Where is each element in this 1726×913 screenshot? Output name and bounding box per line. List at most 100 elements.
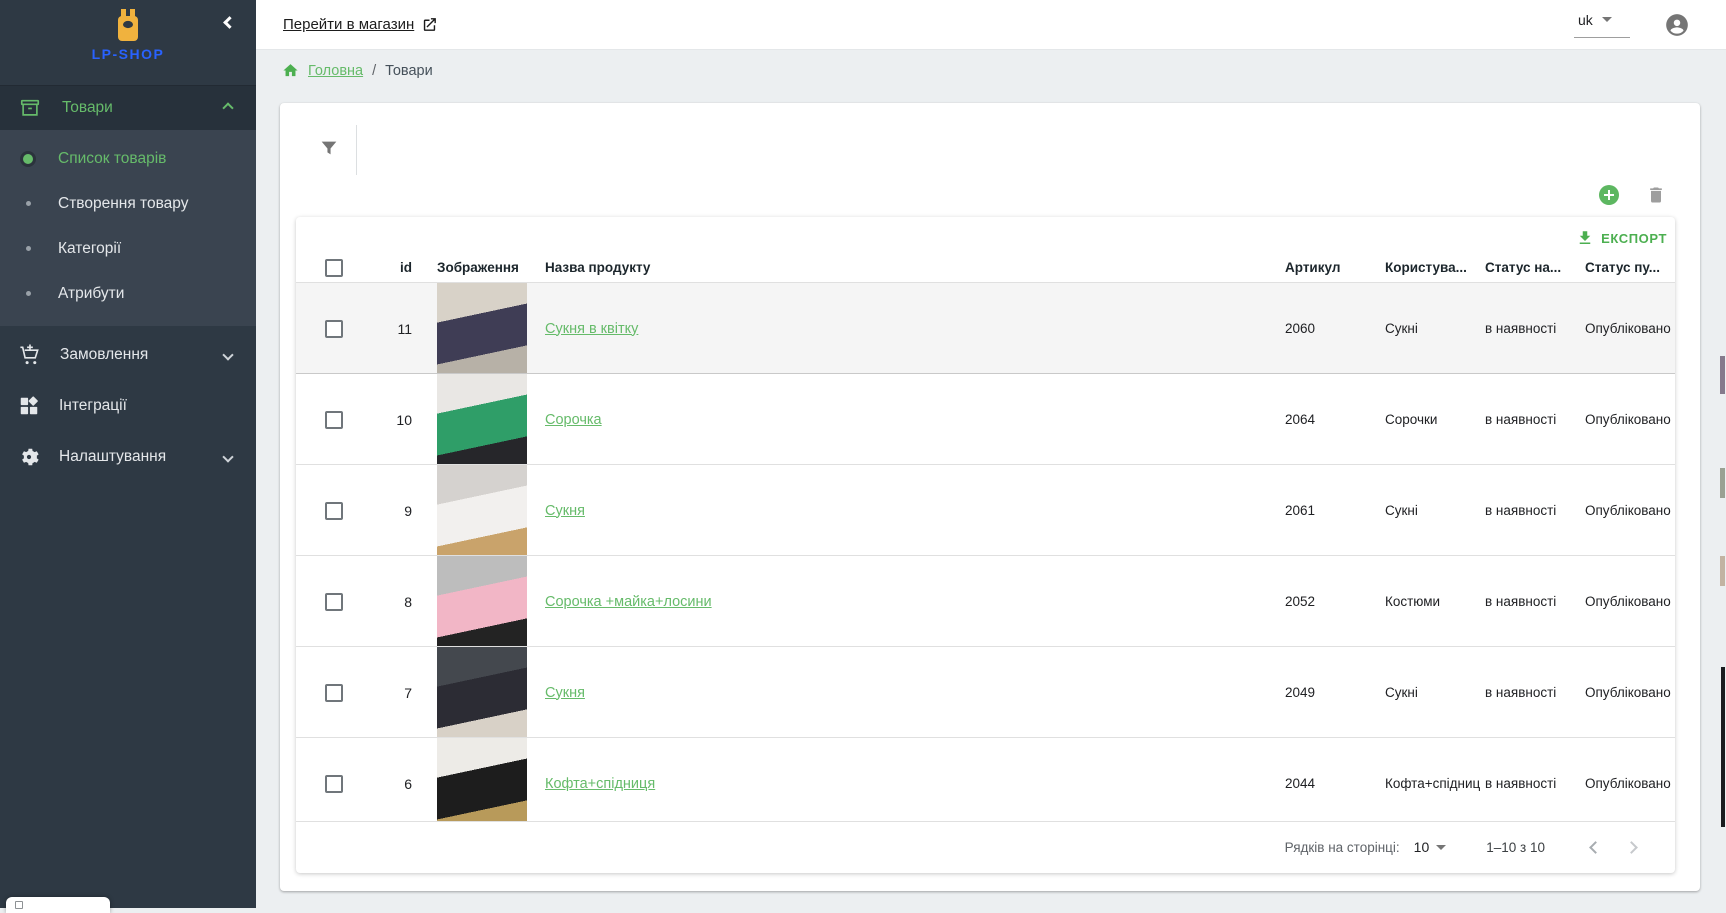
- main-area: Перейти в магазин uk Головна: [256, 0, 1726, 908]
- product-publish-status: Опубліковано: [1585, 503, 1675, 518]
- product-stock-status: в наявності: [1485, 503, 1585, 518]
- product-name-link[interactable]: Кофта+спідниця: [545, 776, 655, 792]
- status-popup: [6, 897, 110, 913]
- sidebar-item-label: Атрибути: [58, 285, 124, 303]
- logo-text: LP-SHOP: [0, 46, 256, 62]
- table-pagination: Рядків на сторінці: 10 1–10 з 10: [296, 821, 1675, 872]
- product-sku: 2049: [1285, 685, 1385, 700]
- sidebar-item-attributes[interactable]: Атрибути: [0, 271, 256, 316]
- filter-icon[interactable]: [318, 137, 340, 159]
- sidebar-item-products[interactable]: Товари: [0, 86, 256, 130]
- row-checkbox[interactable]: [325, 320, 343, 338]
- product-sku: 2064: [1285, 412, 1385, 427]
- sidebar-item-product-create[interactable]: Створення товару: [0, 181, 256, 226]
- product-category: Сукні: [1385, 685, 1485, 700]
- bullet-icon: [26, 201, 31, 206]
- breadcrumb-home[interactable]: [282, 62, 299, 79]
- product-id: 8: [358, 594, 412, 610]
- sidebar-item-categories[interactable]: Категорії: [0, 226, 256, 271]
- sidebar: LP-SHOP Товари Список товарів Створення …: [0, 0, 256, 908]
- go-to-shop-link[interactable]: Перейти в магазин: [283, 16, 438, 33]
- row-checkbox[interactable]: [325, 593, 343, 611]
- previous-page-button[interactable]: [1581, 833, 1609, 861]
- account-icon[interactable]: [1664, 12, 1690, 38]
- widgets-icon: [18, 395, 40, 417]
- gear-icon: [18, 446, 40, 468]
- row-checkbox[interactable]: [325, 775, 343, 793]
- column-header-name[interactable]: Назва продукту: [545, 260, 1285, 275]
- product-id: 10: [358, 412, 412, 428]
- breadcrumb-current: Товари: [385, 63, 433, 79]
- product-image: [437, 647, 527, 738]
- external-link-icon: [421, 16, 438, 33]
- table-row: 9 Сукня 2061 Сукні в наявності Опубліков…: [296, 465, 1675, 556]
- sidebar-item-settings[interactable]: Налаштування: [0, 434, 256, 479]
- product-sku: 2044: [1285, 776, 1385, 791]
- column-header-publish-status[interactable]: Статус пу...: [1585, 260, 1675, 275]
- breadcrumb: Головна / Товари: [282, 62, 433, 79]
- products-submenu: Список товарів Створення товару Категорі…: [0, 130, 256, 326]
- export-label: ЕКСПОРТ: [1601, 231, 1667, 246]
- sidebar-item-orders[interactable]: Замовлення: [0, 332, 256, 377]
- sidebar-item-label: Замовлення: [60, 346, 224, 364]
- product-stock-status: в наявності: [1485, 321, 1585, 336]
- product-name-link[interactable]: Сукня: [545, 503, 585, 519]
- sidebar-item-label: Налаштування: [59, 448, 224, 466]
- table-row: 7 Сукня 2049 Сукні в наявності Опубліков…: [296, 647, 1675, 738]
- select-underline: [1574, 37, 1630, 38]
- go-to-shop-label: Перейти в магазин: [283, 16, 414, 33]
- download-icon: [1576, 229, 1594, 247]
- row-checkbox[interactable]: [325, 502, 343, 520]
- product-image: [437, 556, 527, 647]
- bullet-icon: [26, 246, 31, 251]
- product-id: 11: [358, 321, 412, 337]
- product-id: 7: [358, 685, 412, 701]
- sidebar-item-label: Товари: [62, 99, 224, 117]
- rows-per-page-select[interactable]: 10: [1414, 839, 1447, 855]
- product-publish-status: Опубліковано: [1585, 685, 1675, 700]
- product-publish-status: Опубліковано: [1585, 321, 1675, 336]
- product-image: [437, 465, 527, 556]
- product-stock-status: в наявності: [1485, 594, 1585, 609]
- product-publish-status: Опубліковано: [1585, 594, 1675, 609]
- topbar: Перейти в магазин uk: [256, 0, 1726, 50]
- product-category: Сорочки: [1385, 412, 1485, 427]
- product-name-link[interactable]: Сорочка +майка+лосини: [545, 594, 712, 610]
- product-name-link[interactable]: Сорочка: [545, 412, 602, 428]
- product-stock-status: в наявності: [1485, 412, 1585, 427]
- column-header-image[interactable]: Зображення: [437, 260, 527, 275]
- breadcrumb-home-link[interactable]: Головна: [308, 63, 363, 79]
- select-all-checkbox[interactable]: [325, 259, 343, 277]
- sidebar-item-integrations[interactable]: Інтеграції: [0, 383, 256, 428]
- table-row: 11 Сукня в квітку 2060 Сукні в наявності…: [296, 283, 1675, 374]
- column-header-sku[interactable]: Артикул: [1285, 260, 1385, 275]
- row-checkbox[interactable]: [325, 411, 343, 429]
- right-edge-sliver: [1720, 468, 1725, 498]
- export-button[interactable]: ЕКСПОРТ: [1576, 229, 1667, 247]
- divider: [356, 125, 357, 175]
- shop-bag-icon: [113, 9, 143, 43]
- delete-button[interactable]: [1646, 185, 1666, 205]
- product-sku: 2052: [1285, 594, 1385, 609]
- next-page-button[interactable]: [1617, 833, 1645, 861]
- rows-per-page-label: Рядків на сторінці:: [1285, 840, 1400, 855]
- language-value: uk: [1578, 12, 1593, 28]
- breadcrumb-separator: /: [372, 63, 376, 79]
- row-checkbox[interactable]: [325, 684, 343, 702]
- sidebar-collapse-button[interactable]: [225, 14, 234, 32]
- column-header-id[interactable]: id: [358, 260, 412, 275]
- product-image: [437, 738, 527, 821]
- sidebar-item-product-list[interactable]: Список товарів: [0, 136, 256, 181]
- product-name-link[interactable]: Сукня: [545, 685, 585, 701]
- language-select[interactable]: uk: [1574, 12, 1630, 38]
- column-header-stock-status[interactable]: Статус на...: [1485, 260, 1585, 275]
- add-product-button[interactable]: [1597, 183, 1621, 207]
- product-sku: 2061: [1285, 503, 1385, 518]
- column-header-category[interactable]: Користува...: [1385, 260, 1485, 275]
- product-category: Кофта+спідниц: [1385, 776, 1485, 791]
- product-image: [437, 374, 527, 465]
- scrollbar-thumb[interactable]: [1721, 667, 1725, 827]
- product-name-link[interactable]: Сукня в квітку: [545, 321, 638, 337]
- logo[interactable]: LP-SHOP: [0, 0, 256, 86]
- sidebar-item-label: Інтеграції: [59, 397, 232, 415]
